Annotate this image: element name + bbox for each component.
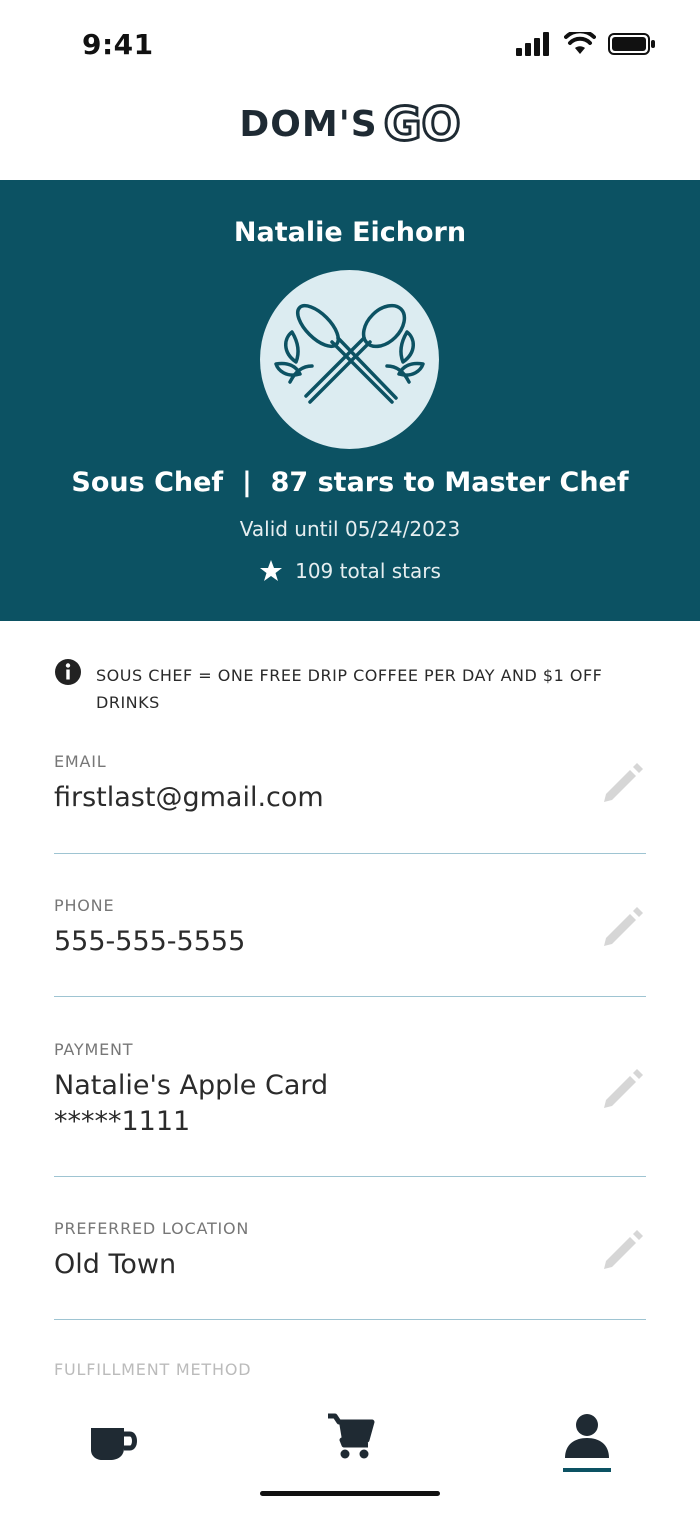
status-bar: 9:41 xyxy=(0,0,700,90)
fulfillment-label: FULFILLMENT METHOD xyxy=(54,1360,252,1379)
status-icons xyxy=(516,32,656,56)
logo-doms: DOM'S xyxy=(239,103,378,145)
total-stars-text: 109 total stars xyxy=(295,559,441,583)
wifi-icon xyxy=(564,32,596,54)
logo-go: GO xyxy=(382,96,462,153)
payment-field[interactable]: PAYMENT Natalie's Apple Card *****1111 xyxy=(54,1040,646,1177)
payment-card-number: *****1111 xyxy=(54,1106,191,1137)
preferred-location-field[interactable]: PREFERRED LOCATION Old Town xyxy=(54,1219,646,1320)
profile-name: Natalie Eichorn xyxy=(233,217,467,248)
location-value: Old Town xyxy=(54,1249,177,1280)
app-logo: DOM'S GO xyxy=(0,96,700,153)
payment-label: PAYMENT xyxy=(54,1040,134,1059)
pencil-icon[interactable] xyxy=(600,760,646,806)
payment-value: Natalie's Apple Card *****1111 xyxy=(54,1068,554,1140)
cart-icon[interactable] xyxy=(326,1412,376,1460)
crossed-utensils-icon xyxy=(274,303,425,404)
pencil-icon[interactable] xyxy=(600,1066,646,1112)
coffee-icon[interactable] xyxy=(88,1422,138,1462)
pencil-icon[interactable] xyxy=(600,904,646,950)
pencil-icon[interactable] xyxy=(600,1227,646,1273)
star-icon xyxy=(260,560,283,581)
profile-icon[interactable] xyxy=(563,1412,611,1460)
location-label: PREFERRED LOCATION xyxy=(54,1219,250,1238)
signal-icon xyxy=(516,32,549,56)
level-status: Sous Chef | 87 stars to Master Chef xyxy=(71,467,629,498)
home-indicator[interactable] xyxy=(260,1491,440,1496)
phone-label: PHONE xyxy=(54,896,115,915)
valid-until: Valid until 05/24/2023 xyxy=(239,517,461,541)
active-tab-indicator xyxy=(563,1468,611,1472)
battery-icon xyxy=(608,33,655,55)
email-value: firstlast@gmail.com xyxy=(54,782,324,813)
status-time: 9:41 xyxy=(82,28,154,61)
level-benefit-text: SOUS CHEF = ONE FREE DRIP COFFEE PER DAY… xyxy=(96,666,603,712)
total-stars: 109 total stars xyxy=(0,559,700,583)
phone-value: 555-555-5555 xyxy=(54,926,246,957)
email-field[interactable]: EMAIL firstlast@gmail.com xyxy=(54,752,646,854)
level-badge xyxy=(260,270,439,449)
info-icon xyxy=(55,659,81,685)
email-label: EMAIL xyxy=(54,752,107,771)
phone-field[interactable]: PHONE 555-555-5555 xyxy=(54,896,646,997)
payment-card-name: Natalie's Apple Card xyxy=(54,1070,329,1101)
